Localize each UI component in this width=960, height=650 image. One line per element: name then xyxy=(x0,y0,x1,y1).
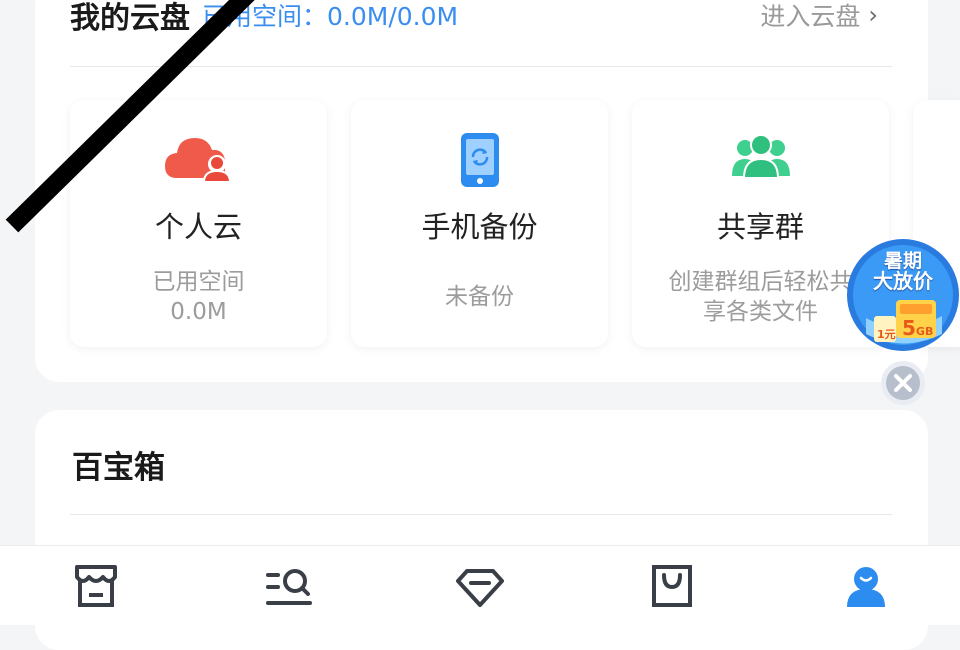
diagonal-stroke-overlay xyxy=(5,0,255,233)
